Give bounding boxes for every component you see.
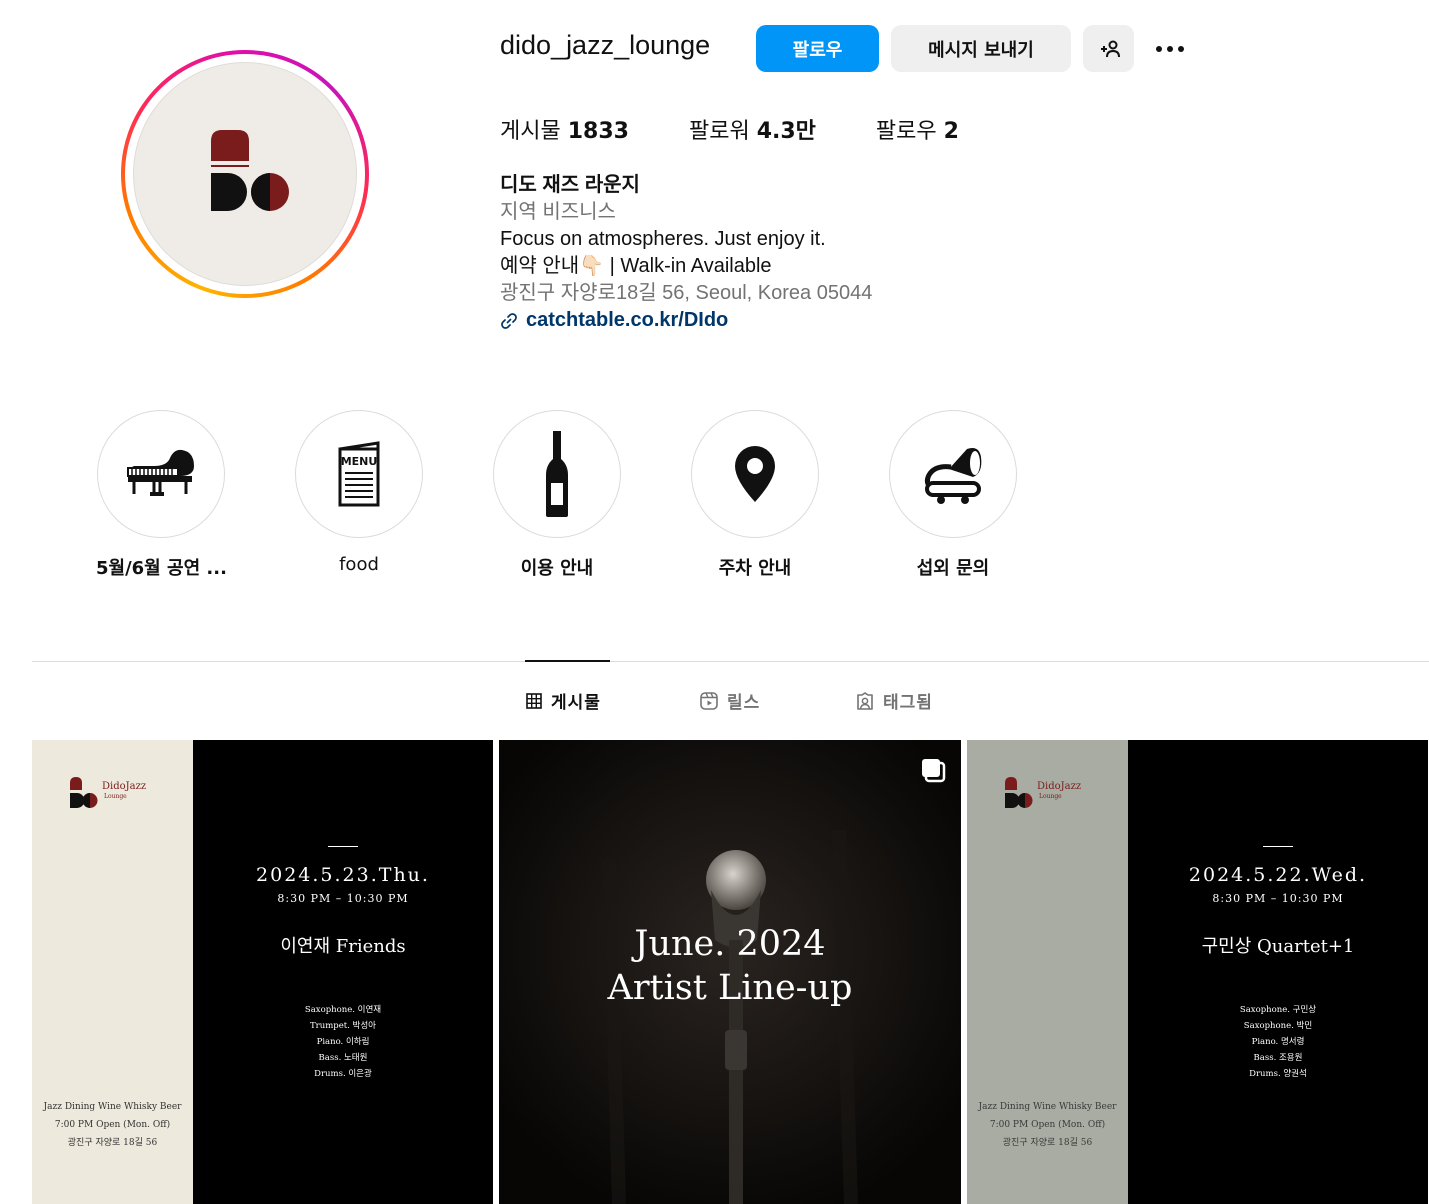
post-thumbnail[interactable]: DidoJazz Lounge Jazz Dining Wine Whisky B… — [32, 740, 493, 1204]
dido-logo-icon — [211, 130, 289, 211]
poster-band: 이연재 Friends — [280, 936, 406, 957]
highlight-item[interactable]: 섭외 문의 — [888, 410, 1018, 580]
reels-icon — [700, 691, 718, 710]
poster-right-panel: 2024.5.22.Wed. 8:30 PM – 10:30 PM 구민상 Qu… — [1128, 740, 1428, 1204]
tab-posts[interactable]: 게시물 — [526, 688, 601, 713]
grand-piano-icon — [127, 449, 194, 496]
grid-icon — [526, 692, 542, 709]
profile-link[interactable]: catchtable.co.kr/DIdo — [500, 307, 872, 334]
poster-left-panel: DidoJazz Lounge Jazz Dining Wine Whisky B… — [967, 740, 1128, 1204]
poster-right-panel: 2024.5.23.Thu. 8:30 PM – 10:30 PM 이연재 Fr… — [193, 740, 493, 1204]
poster-info: Jazz Dining Wine Whisky Beer 7:00 PM Ope… — [43, 1102, 182, 1148]
highlight-cover[interactable] — [691, 410, 819, 538]
highlight-item[interactable]: 이용 안내 — [492, 410, 622, 580]
tab-label: 릴스 — [727, 693, 761, 713]
poster-date: 2024.5.22.Wed. — [1188, 864, 1368, 886]
followers-count[interactable]: 팔로워 4.3만 — [689, 113, 816, 145]
poster-info: Jazz Dining Wine Whisky Beer 7:00 PM Ope… — [978, 1102, 1117, 1148]
highlight-cover[interactable]: MENU — [295, 410, 423, 538]
bio-line: Focus on atmospheres. Just enjoy it. — [500, 228, 826, 250]
dido-logo-mini: DidoJazz Lounge — [69, 776, 146, 808]
poster-members: Saxophone. 구민상 Saxophone. 박민 Piano. 명서령 … — [1239, 1005, 1317, 1079]
profile-avatar[interactable] — [133, 62, 357, 286]
wine-bottle-icon — [546, 431, 568, 517]
poster-date: 2024.5.23.Thu. — [256, 864, 430, 886]
poster-time: 8:30 PM – 10:30 PM — [277, 892, 409, 905]
highlight-item[interactable]: 주차 안내 — [690, 410, 820, 580]
add-user-icon — [1100, 40, 1120, 57]
tagged-icon — [857, 691, 873, 710]
highlight-cover[interactable] — [493, 410, 621, 538]
profile-username: dido_jazz_lounge — [500, 30, 711, 60]
message-button[interactable]: 메시지 보내기 — [891, 25, 1071, 72]
profile-category: 지역 비즈니스 — [500, 201, 616, 223]
gramophone-icon — [924, 448, 982, 504]
post-thumbnail[interactable]: DidoJazz Lounge Jazz Dining Wine Whisky B… — [967, 740, 1428, 1204]
follow-button[interactable]: 팔로우 — [756, 25, 879, 72]
add-user-button[interactable] — [1083, 25, 1134, 72]
post-thumbnail[interactable]: June. 2024 Artist Line-up — [499, 740, 961, 1204]
poster-time: 8:30 PM – 10:30 PM — [1212, 892, 1344, 905]
location-pin-icon — [735, 446, 775, 502]
tab-label: 게시물 — [551, 693, 601, 713]
more-options-icon[interactable] — [1152, 35, 1188, 63]
active-tab-indicator — [525, 660, 610, 662]
poster-band: 구민상 Quartet+1 — [1201, 936, 1355, 957]
highlight-label: 섭외 문의 — [916, 558, 990, 579]
dido-logo-icon — [1005, 777, 1033, 808]
highlight-cover[interactable] — [97, 410, 225, 538]
tabs-divider — [32, 661, 1429, 662]
profile-stats: 게시물 1833 팔로워 4.3만 팔로우 2 — [500, 113, 1019, 145]
highlight-label: food — [339, 554, 379, 575]
profile-bio: 디도 재즈 라운지 지역 비즈니스 Focus on atmospheres. … — [500, 172, 872, 334]
profile-display-name: 디도 재즈 라운지 — [500, 174, 640, 196]
highlight-item[interactable]: 5월/6월 공연 ... — [96, 410, 227, 580]
highlight-label: 5월/6월 공연 ... — [96, 558, 227, 579]
poster-members: Saxophone. 이연재 Trumpet. 박성아 Piano. 이하림 B… — [304, 1005, 382, 1079]
following-count[interactable]: 팔로우 2 — [876, 113, 959, 145]
profile-address[interactable]: 광진구 자양로18길 56, Seoul, Korea 05044 — [500, 280, 872, 307]
bio-line: 예약 안내👇🏻 | Walk-in Available — [500, 255, 772, 277]
posts-count: 게시물 1833 — [500, 119, 629, 144]
poster-left-panel: DidoJazz Lounge Jazz Dining Wine Whisky B… — [32, 740, 193, 1204]
highlight-label: 주차 안내 — [718, 558, 792, 579]
highlight-item[interactable]: MENU food — [294, 410, 424, 575]
dido-logo-icon — [70, 777, 98, 808]
carousel-icon — [922, 759, 946, 783]
tab-tagged[interactable]: 태그됨 — [856, 688, 933, 713]
link-icon — [501, 312, 517, 329]
menu-icon: MENU — [338, 441, 380, 507]
profile-link-text[interactable]: catchtable.co.kr/DIdo — [526, 307, 728, 334]
svg-text:MENU: MENU — [341, 455, 378, 468]
dido-logo-mini: DidoJazz Lounge — [1004, 776, 1081, 808]
tab-reels[interactable]: 릴스 — [700, 688, 760, 713]
highlight-cover[interactable] — [889, 410, 1017, 538]
post-title: June. 2024 Artist Line-up — [607, 924, 853, 1008]
tab-label: 태그됨 — [883, 693, 933, 713]
highlight-label: 이용 안내 — [520, 558, 594, 579]
